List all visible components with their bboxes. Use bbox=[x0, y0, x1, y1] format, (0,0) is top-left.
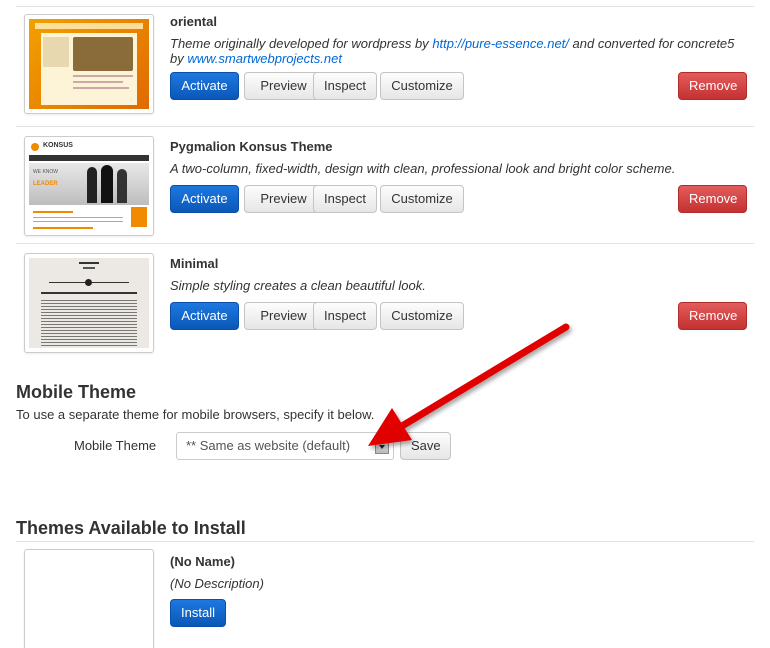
theme-row-minimal: Minimal Simple styling creates a clean b… bbox=[16, 253, 754, 353]
konsus-logo-text: KONSUS bbox=[43, 142, 73, 149]
theme-thumbnail-konsus: KONSUS WE KNOW LEADER bbox=[24, 136, 154, 236]
preview-button[interactable]: Preview bbox=[244, 185, 323, 213]
inspect-button[interactable]: Inspect bbox=[313, 72, 377, 100]
activate-button[interactable]: Activate bbox=[170, 302, 239, 330]
inspect-button[interactable]: Inspect bbox=[313, 302, 377, 330]
mobile-theme-label: Mobile Theme bbox=[74, 438, 157, 453]
customize-button[interactable]: Customize bbox=[380, 302, 464, 330]
theme-thumbnail-empty bbox=[24, 549, 154, 648]
theme-row-pygmalion-konsus: KONSUS WE KNOW LEADER Pygmalion Konsus T… bbox=[16, 136, 754, 240]
chevron-down-icon[interactable] bbox=[375, 440, 389, 454]
inspect-button[interactable]: Inspect bbox=[313, 185, 377, 213]
activate-button[interactable]: Activate bbox=[170, 185, 239, 213]
theme-thumbnail-minimal bbox=[24, 253, 154, 353]
theme-name: oriental bbox=[170, 14, 217, 29]
theme-converter-link[interactable]: www.smartwebprojects.net bbox=[187, 51, 342, 66]
divider bbox=[16, 6, 754, 7]
remove-button[interactable]: Remove bbox=[678, 185, 747, 213]
theme-row-oriental: oriental Theme originally developed for … bbox=[16, 14, 754, 124]
divider bbox=[16, 243, 754, 244]
mobile-theme-heading: Mobile Theme bbox=[16, 382, 137, 402]
activate-button[interactable]: Activate bbox=[170, 72, 239, 100]
available-themes-heading: Themes Available to Install bbox=[16, 518, 246, 538]
theme-description: Theme originally developed for wordpress… bbox=[170, 36, 735, 66]
theme-thumbnail-oriental bbox=[24, 14, 154, 114]
theme-description: Simple styling creates a clean beautiful… bbox=[170, 278, 426, 293]
remove-button[interactable]: Remove bbox=[678, 72, 747, 100]
theme-name: Pygmalion Konsus Theme bbox=[170, 139, 333, 154]
theme-description: (No Description) bbox=[170, 576, 264, 591]
mobile-theme-description: To use a separate theme for mobile brows… bbox=[16, 407, 375, 422]
mobile-theme-selected-value: ** Same as website (default) bbox=[186, 438, 351, 453]
remove-button[interactable]: Remove bbox=[678, 302, 747, 330]
preview-button[interactable]: Preview bbox=[244, 302, 323, 330]
divider bbox=[16, 541, 754, 542]
theme-name: Minimal bbox=[170, 256, 219, 271]
divider bbox=[16, 126, 754, 127]
mobile-theme-select[interactable]: ** Same as website (default) bbox=[176, 432, 394, 460]
preview-button[interactable]: Preview bbox=[244, 72, 323, 100]
theme-row-available: (No Name) (No Description) Install bbox=[16, 549, 754, 648]
theme-name: (No Name) bbox=[170, 554, 236, 569]
theme-author-link[interactable]: http://pure-essence.net/ bbox=[432, 36, 569, 51]
customize-button[interactable]: Customize bbox=[380, 185, 464, 213]
save-button[interactable]: Save bbox=[400, 432, 451, 460]
customize-button[interactable]: Customize bbox=[380, 72, 464, 100]
install-button[interactable]: Install bbox=[170, 599, 226, 627]
theme-description: A two-column, fixed-width, design with c… bbox=[170, 161, 676, 176]
